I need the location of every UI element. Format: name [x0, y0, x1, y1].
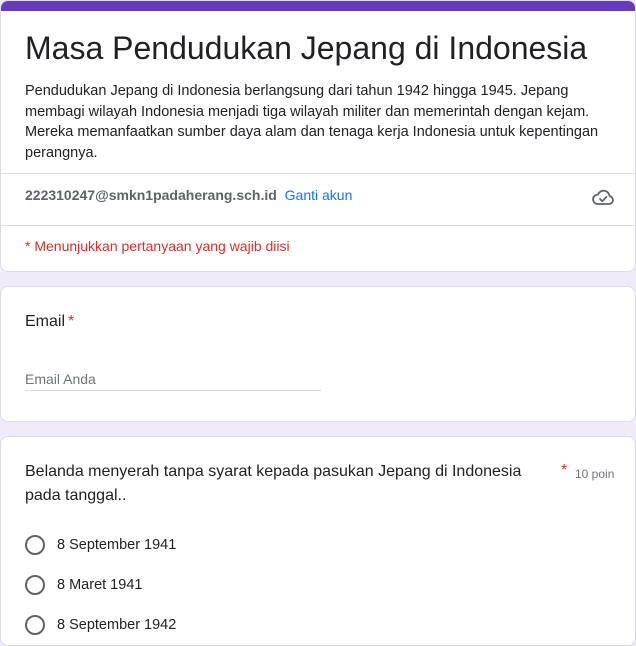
radio-button[interactable]: [25, 535, 45, 555]
radio-button[interactable]: [25, 615, 45, 635]
email-question-card: Email *: [0, 286, 636, 422]
form-header-card: Masa Pendudukan Jepang di Indonesia Pend…: [0, 0, 636, 272]
radio-option[interactable]: 8 Maret 1941: [25, 575, 325, 597]
radio-button[interactable]: [25, 575, 45, 595]
question-text: Belanda menyerah tanpa syarat kepada pas…: [25, 463, 522, 504]
divider: [1, 225, 635, 226]
required-asterisk: *: [561, 462, 568, 479]
radio-option[interactable]: 8 September 1941: [25, 535, 325, 557]
account-row: 222310247@smkn1padaherang.sch.id Ganti a…: [25, 186, 352, 204]
email-label: Email: [25, 313, 66, 330]
form-description: Pendudukan Jepang di Indonesia berlangsu…: [25, 83, 599, 161]
cloud-saved-icon[interactable]: [591, 187, 615, 207]
email-input[interactable]: [25, 367, 321, 391]
option-label: 8 September 1942: [57, 617, 177, 633]
option-label: 8 September 1941: [57, 537, 177, 553]
question-card: Belanda menyerah tanpa syarat kepada pas…: [0, 436, 636, 646]
required-asterisk: *: [68, 313, 75, 330]
option-label: 8 Maret 1941: [57, 577, 143, 593]
divider: [1, 173, 635, 174]
required-note: * Menunjukkan pertanyaan yang wajib diis…: [25, 238, 290, 254]
form-title: Masa Pendudukan Jepang di Indonesia: [25, 30, 588, 66]
question-points: 10 poin: [575, 467, 615, 481]
email-question-title: Email *: [25, 313, 74, 331]
header-accent-band: [1, 1, 635, 11]
account-email: 222310247@smkn1padaherang.sch.id: [25, 187, 277, 203]
switch-account-link[interactable]: Ganti akun: [285, 187, 353, 203]
